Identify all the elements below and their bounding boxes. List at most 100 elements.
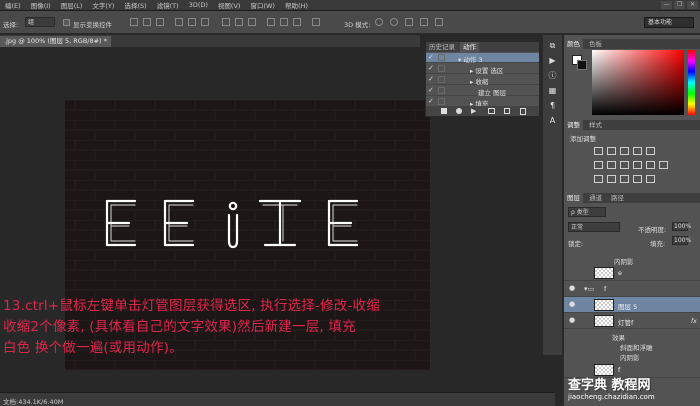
visibility-eye-icon[interactable]: ● <box>569 285 577 292</box>
menu-help[interactable]: 帮助(H) <box>280 0 313 10</box>
background-color-swatch[interactable] <box>577 60 587 70</box>
menu-view[interactable]: 视图(V) <box>213 0 246 10</box>
align-right-icon[interactable] <box>201 18 209 26</box>
menu-window[interactable]: 窗口(W) <box>245 0 280 10</box>
3d-rotate-icon[interactable] <box>375 18 383 26</box>
action-check-icon[interactable]: ✓ <box>428 65 435 72</box>
action-check-icon[interactable]: ✓ <box>428 76 435 83</box>
action-check-icon[interactable]: ✓ <box>428 87 435 94</box>
menu-layer[interactable]: 图层(L) <box>56 0 88 10</box>
hue-saturation-icon[interactable] <box>594 161 603 169</box>
selective-color-icon[interactable] <box>646 175 655 183</box>
menu-select[interactable]: 选择(S) <box>119 0 151 10</box>
brightness-icon[interactable] <box>594 147 603 155</box>
distribute-left-icon[interactable] <box>267 18 275 26</box>
distribute-right-icon[interactable] <box>293 18 301 26</box>
tab-styles[interactable]: 样式 <box>586 120 605 130</box>
action-dialog-toggle[interactable] <box>438 76 445 83</box>
workspace-dropdown[interactable]: 基本功能 <box>644 17 694 28</box>
invert-icon[interactable] <box>594 175 603 183</box>
action-dialog-toggle[interactable] <box>438 87 445 94</box>
action-check-icon[interactable]: ✓ <box>428 98 435 105</box>
new-action-icon[interactable] <box>504 108 510 114</box>
menu-edit[interactable]: 编(E) <box>0 0 26 10</box>
document-tab[interactable]: .jpg @ 100% (图层 5, RGB/8#) * <box>0 36 111 47</box>
3d-roll-icon[interactable] <box>390 18 398 26</box>
close-button[interactable]: ✕ <box>687 1 698 9</box>
fx-icon[interactable]: fx <box>691 317 697 325</box>
curves-icon[interactable] <box>620 147 629 155</box>
3d-scale-icon[interactable] <box>435 18 443 26</box>
photo-filter-icon[interactable] <box>633 161 642 169</box>
distribute-top-icon[interactable] <box>222 18 230 26</box>
auto-align-icon[interactable] <box>312 18 320 26</box>
visibility-eye-icon[interactable] <box>569 269 577 276</box>
maximize-button[interactable]: ❐ <box>674 1 685 9</box>
play-icon[interactable]: ▶ <box>471 107 476 115</box>
layer-filter-dropdown[interactable]: ρ 类型 <box>568 207 606 217</box>
menu-filter[interactable]: 滤镜(T) <box>152 0 184 10</box>
gradient-map-icon[interactable] <box>633 175 642 183</box>
auto-select-dropdown[interactable]: 组 <box>25 17 55 27</box>
trash-icon[interactable] <box>520 108 526 115</box>
action-row[interactable]: ✓ ▸ 设置 选区 <box>426 64 539 75</box>
menu-type[interactable]: 文字(Y) <box>87 0 119 10</box>
threshold-icon[interactable] <box>620 175 629 183</box>
brush-preset-icon[interactable]: ▦ <box>547 86 558 96</box>
new-set-icon[interactable] <box>488 108 495 114</box>
menu-3d[interactable]: 3D(D) <box>184 1 213 9</box>
record-icon[interactable] <box>456 108 462 114</box>
black-white-icon[interactable] <box>620 161 629 169</box>
action-row[interactable]: ✓ 建立 图层 <box>426 86 539 97</box>
3d-slide-icon[interactable] <box>420 18 428 26</box>
hue-slider[interactable] <box>688 50 695 115</box>
action-row[interactable]: ✓ ▾ 动作 3 <box>426 53 539 64</box>
levels-icon[interactable] <box>607 147 616 155</box>
color-picker-field[interactable] <box>592 50 684 115</box>
menu-image[interactable]: 图像(I) <box>26 0 56 10</box>
folder-icon[interactable]: ▾▭ <box>584 285 594 293</box>
align-hcenter-icon[interactable] <box>188 18 196 26</box>
actions-play-icon[interactable]: ▶ <box>547 56 558 66</box>
align-bottom-icon[interactable] <box>156 18 164 26</box>
distribute-bottom-icon[interactable] <box>248 18 256 26</box>
blend-mode-dropdown[interactable]: 正常 <box>568 222 620 232</box>
tab-history[interactable]: 历史记录 <box>426 42 458 52</box>
color-lookup-icon[interactable] <box>659 161 668 169</box>
distribute-vcenter-icon[interactable] <box>235 18 243 26</box>
effects-label[interactable]: 效果 <box>612 332 625 342</box>
tab-actions[interactable]: 动作 <box>460 42 479 52</box>
action-dialog-toggle[interactable] <box>438 54 445 61</box>
action-dialog-toggle[interactable] <box>438 98 445 105</box>
3d-pan-icon[interactable] <box>405 18 413 26</box>
stop-icon[interactable] <box>441 108 447 114</box>
tab-swatches[interactable]: 色板 <box>586 39 605 49</box>
tab-adjustments[interactable]: 调整 <box>564 120 583 130</box>
tab-paths[interactable]: 路径 <box>608 193 627 203</box>
layer-row[interactable]: e <box>564 265 700 281</box>
tab-channels[interactable]: 通道 <box>586 193 605 203</box>
vibrance-icon[interactable] <box>646 147 655 155</box>
tab-layers[interactable]: 图层 <box>564 193 583 203</box>
inner-shadow-effect[interactable]: 内阴影 <box>620 352 640 362</box>
opacity-input[interactable]: 100% <box>672 222 691 231</box>
channel-mixer-icon[interactable] <box>646 161 655 169</box>
distribute-hcenter-icon[interactable] <box>280 18 288 26</box>
layer-group-row[interactable]: ● ▾▭ f <box>564 281 700 297</box>
info-icon[interactable]: ⓘ <box>547 71 558 81</box>
action-check-icon[interactable]: ✓ <box>428 54 435 61</box>
history-icon[interactable]: ⧉ <box>547 41 558 51</box>
align-vcenter-icon[interactable] <box>143 18 151 26</box>
align-top-icon[interactable] <box>130 18 138 26</box>
align-left-icon[interactable] <box>175 18 183 26</box>
paragraph-icon[interactable]: ¶ <box>547 101 558 111</box>
exposure-icon[interactable] <box>633 147 642 155</box>
posterize-icon[interactable] <box>607 175 616 183</box>
action-dialog-toggle[interactable] <box>438 65 445 72</box>
color-balance-icon[interactable] <box>607 161 616 169</box>
action-row[interactable]: ✓ ▸ 收缩 <box>426 75 539 86</box>
minimize-button[interactable]: — <box>661 1 672 9</box>
tab-color[interactable]: 颜色 <box>564 39 583 49</box>
show-transform-checkbox[interactable] <box>63 19 70 26</box>
character-icon[interactable]: A <box>547 116 558 126</box>
